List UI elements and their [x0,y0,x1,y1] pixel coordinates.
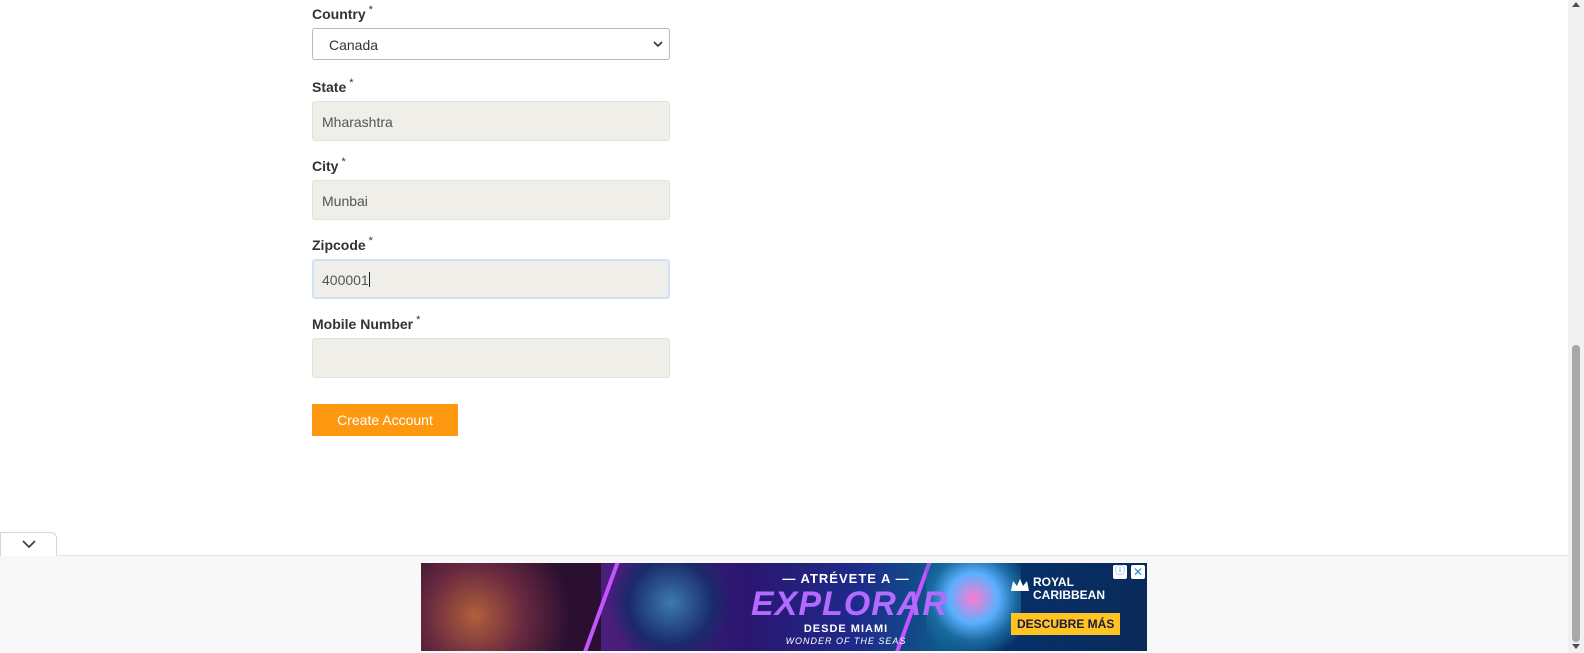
ad-brand-line2: CARIBBEAN [1033,588,1105,602]
required-mark: * [349,77,354,89]
mobile-number-input[interactable] [312,338,670,378]
text-caret [368,272,370,287]
create-account-button[interactable]: Create Account [312,404,458,436]
scrollbar-thumb[interactable] [1572,345,1580,642]
city-label-text: City [312,158,339,174]
scroll-down-icon[interactable] [1572,644,1580,649]
ad-headline-small: — ATRÉVETE A — [782,571,910,586]
scroll-up-icon[interactable] [1572,2,1580,7]
ad-subline: DESDE MIAMI [803,623,889,635]
mobile-label-text: Mobile Number [312,316,414,332]
city-input[interactable]: Munbai [312,180,670,220]
city-label: City * [312,156,346,174]
ad-collapse-tab[interactable] [0,532,57,556]
crown-anchor-icon [1011,579,1029,591]
ad-headline: EXPLORAR [751,585,948,623]
zipcode-input-value: 400001 [322,272,369,288]
required-mark: * [368,235,373,247]
city-input-value: Munbai [322,193,368,209]
country-label-text: Country [312,6,366,22]
vertical-scrollbar[interactable] [1568,0,1584,653]
country-label: Country * [312,4,373,22]
ad-banner[interactable]: — ATRÉVETE A — EXPLORAR DESDE MIAMI WOND… [421,563,1147,651]
required-mark: * [341,156,346,168]
ad-image-child [611,563,731,651]
country-select[interactable]: Canada [312,28,670,60]
chevron-down-icon [653,41,663,48]
ad-ship-name: WONDER OF THE SEAS [785,636,907,646]
state-label: State * [312,77,354,95]
state-input[interactable]: Mharashtra [312,101,670,141]
ad-close-icon[interactable]: ✕ [1131,565,1145,579]
zipcode-label: Zipcode * [312,235,373,253]
zipcode-input[interactable]: 400001 [312,259,670,299]
ad-brand: ROYAL CARIBBEAN [1033,576,1105,602]
zipcode-label-text: Zipcode [312,237,366,253]
mobile-label: Mobile Number * [312,314,421,332]
state-input-value: Mharashtra [322,114,393,130]
state-label-text: State [312,79,347,95]
required-mark: * [416,314,421,326]
ad-choices-icon[interactable]: ⓘ [1113,565,1127,579]
chevron-down-icon [22,540,36,549]
ad-image-people [421,563,601,651]
ad-cta-button[interactable]: DESCUBRE MÁS [1011,613,1121,635]
required-mark: * [368,4,373,16]
country-selected-value: Canada [329,37,379,53]
